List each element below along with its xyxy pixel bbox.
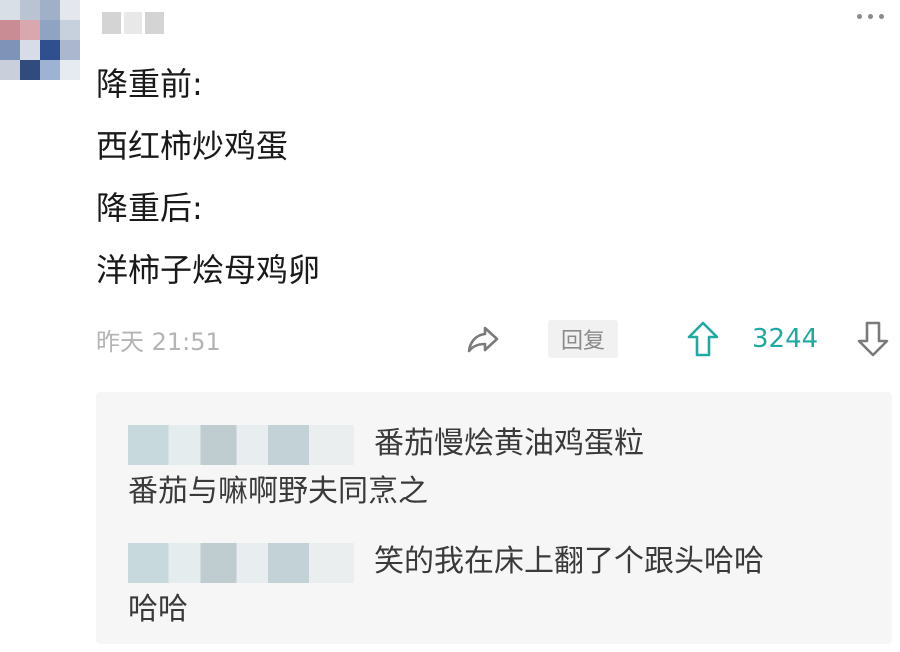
post-actions: 昨天 21:51 回复 3244	[96, 318, 896, 358]
avatar[interactable]	[0, 0, 80, 80]
vote-count: 3244	[752, 324, 819, 354]
downvote-arrow-icon[interactable]	[856, 320, 890, 358]
reply-text: 番茄与嘛啊野夫同烹之	[128, 474, 428, 509]
reply-text: 笑的我在床上翻了个跟头哈哈	[374, 544, 764, 579]
reply-item[interactable]: 笑的我在床上翻了个跟头哈哈 哈哈	[128, 538, 868, 634]
username[interactable]	[102, 12, 165, 34]
post-line: 西红柿炒鸡蛋	[96, 127, 289, 165]
reply-button[interactable]: 回复	[548, 320, 618, 358]
reply-author[interactable]	[128, 542, 354, 583]
upvote-arrow-icon[interactable]	[686, 320, 720, 358]
reply-item[interactable]: 番茄慢烩黄油鸡蛋粒 番茄与嘛啊野夫同烹之	[128, 420, 868, 516]
timestamp: 昨天 21:51	[96, 328, 221, 356]
reply-text: 番茄慢烩黄油鸡蛋粒	[374, 426, 644, 461]
share-arrow-icon[interactable]	[466, 322, 500, 356]
post-content: 降重前: 西红柿炒鸡蛋 降重后: 洋柿子烩母鸡卵	[96, 62, 816, 310]
reply-list: 番茄慢烩黄油鸡蛋粒 番茄与嘛啊野夫同烹之 笑的我在床上翻了个跟头哈哈 哈哈	[96, 392, 892, 644]
post-line: 降重后:	[96, 189, 203, 227]
post-line: 洋柿子烩母鸡卵	[96, 251, 321, 289]
reply-text: 哈哈	[128, 592, 188, 627]
post-line: 降重前:	[96, 65, 203, 103]
reply-author[interactable]	[128, 424, 354, 465]
more-dots-icon[interactable]	[850, 8, 890, 24]
